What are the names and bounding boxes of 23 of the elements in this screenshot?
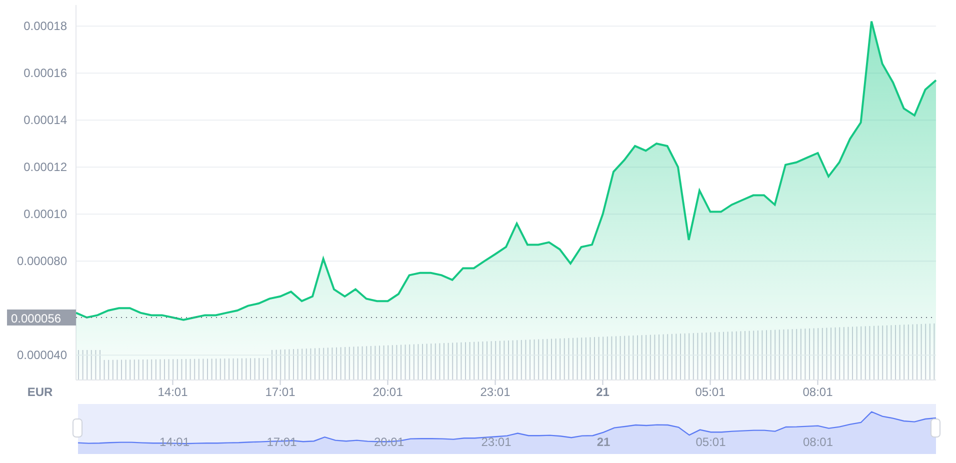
x-axis-label: 17:01 [265,385,296,399]
x-axis-label: 14:01 [158,385,188,399]
y-axis-label: 0.00010 [24,207,67,222]
currency-label: EUR [27,385,53,399]
y-axis-label: 0.00018 [24,19,67,34]
navigator-label: 05:01 [696,435,726,449]
navigator-label: 21 [596,435,610,449]
navigator-label: 23:01 [481,435,512,449]
y-axis-label: 0.000080 [16,254,67,268]
current-price-badge: 0.000056 [7,310,76,326]
y-axis-label: 0.00014 [24,113,67,128]
y-axis-label: 0.000040 [16,348,67,362]
navigator-handle[interactable] [930,418,940,438]
navigator-label: 08:01 [803,435,834,449]
x-axis-label: 08:01 [802,385,833,399]
x-axis-label: 23:01 [480,385,510,399]
navigator-handle[interactable] [72,418,82,438]
x-axis-label: 05:01 [695,385,726,399]
ref-line-label: 0.000056 [11,312,62,326]
y-axis-label: 0.00016 [24,66,67,80]
x-axis-label: 21 [596,385,610,399]
y-axis-label: 0.00012 [24,160,67,174]
x-axis-label: 20:01 [372,385,403,399]
